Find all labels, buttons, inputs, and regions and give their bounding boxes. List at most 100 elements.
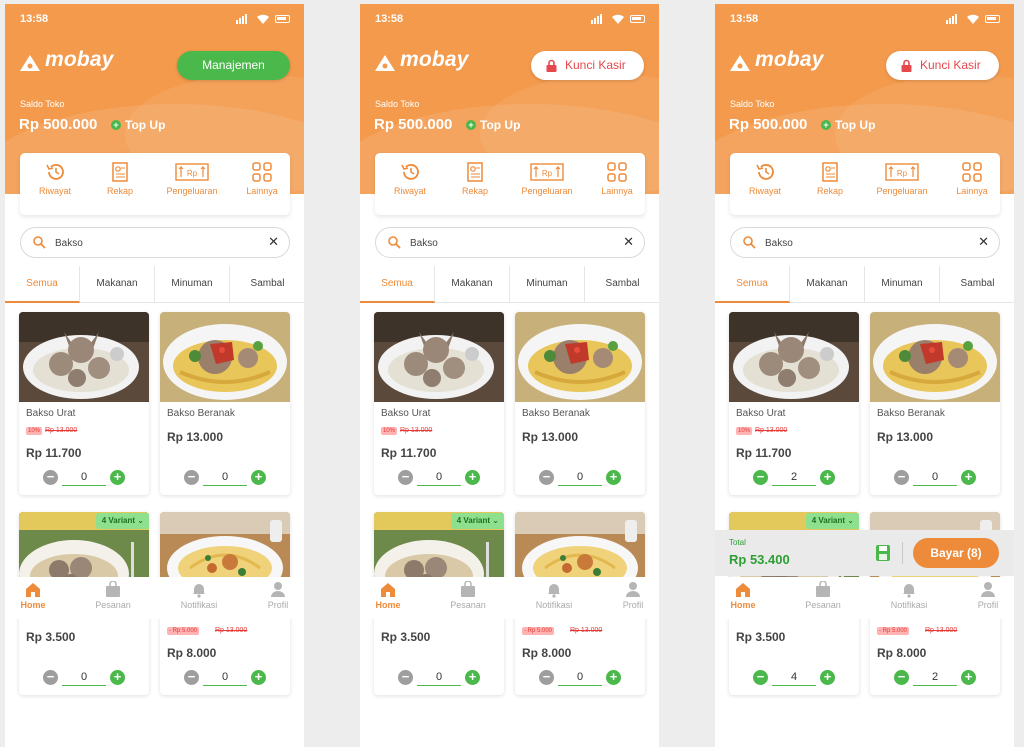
- lock-cashier-button[interactable]: Kunci Kasir: [886, 51, 999, 80]
- manajemen-button[interactable]: Manajemen: [177, 51, 290, 80]
- pay-button[interactable]: Bayar (8): [913, 538, 999, 568]
- quantity-value[interactable]: 4: [772, 670, 816, 686]
- increase-button[interactable]: +: [961, 670, 976, 685]
- nav-item-notifikasi[interactable]: Notifikasi: [524, 581, 584, 615]
- tab-sambal[interactable]: Sambal: [230, 266, 304, 303]
- decrease-button[interactable]: −: [398, 670, 413, 685]
- clear-search-icon[interactable]: ✕: [623, 234, 634, 250]
- search-input[interactable]: [410, 236, 610, 250]
- nav-item-profil[interactable]: Profil: [603, 581, 659, 615]
- product-card[interactable]: Bakso Urat 10% Rp 13.000 Rp 11.700 − 2 +: [729, 312, 859, 495]
- tab-sambal[interactable]: Sambal: [585, 266, 659, 303]
- tab-sambal[interactable]: Sambal: [940, 266, 1014, 303]
- battery-icon: [630, 15, 645, 23]
- tab-makanan[interactable]: Makanan: [80, 266, 155, 303]
- quantity-value[interactable]: 0: [417, 470, 461, 486]
- quantity-value[interactable]: 0: [558, 670, 602, 686]
- increase-button[interactable]: +: [110, 470, 125, 485]
- nav-item-notifikasi[interactable]: Notifikasi: [879, 581, 939, 615]
- product-price: Rp 3.500: [26, 630, 76, 644]
- decrease-button[interactable]: −: [894, 470, 909, 485]
- tab-makanan[interactable]: Makanan: [435, 266, 510, 303]
- clear-search-icon[interactable]: ✕: [268, 234, 279, 250]
- decrease-button[interactable]: −: [43, 470, 58, 485]
- quantity-value[interactable]: 0: [558, 470, 602, 486]
- quantity-value[interactable]: 0: [62, 670, 106, 686]
- tab-makanan[interactable]: Makanan: [790, 266, 865, 303]
- product-card[interactable]: Bakso Urat 10% Rp 13.000 Rp 11.700 − 0 +: [374, 312, 504, 495]
- quantity-value[interactable]: 0: [913, 470, 957, 486]
- tab-semua[interactable]: Semua: [360, 266, 435, 303]
- increase-button[interactable]: +: [251, 470, 266, 485]
- menu-item-pengeluaran[interactable]: Rp Pengeluaran: [867, 162, 937, 208]
- quantity-value[interactable]: 2: [913, 670, 957, 686]
- menu-item-lainnya[interactable]: Lainnya: [227, 162, 297, 208]
- product-card[interactable]: Bakso Beranak Rp 13.000 − 0 +: [515, 312, 645, 495]
- search-input[interactable]: [765, 236, 965, 250]
- nav-item-pesanan[interactable]: Pesanan: [438, 581, 498, 615]
- nav-item-profil[interactable]: Profil: [248, 581, 304, 615]
- tab-minuman[interactable]: Minuman: [155, 266, 230, 303]
- variant-badge[interactable]: 4 Variant ⌄: [95, 513, 149, 529]
- decrease-button[interactable]: −: [753, 470, 768, 485]
- menu-item-riwayat[interactable]: Riwayat: [375, 162, 445, 208]
- product-card[interactable]: Bakso Beranak Rp 13.000 − 0 +: [870, 312, 1000, 495]
- menu-item-label: Rekap: [816, 186, 843, 196]
- menu-item-rekap[interactable]: Rekap: [440, 162, 510, 208]
- increase-button[interactable]: +: [606, 670, 621, 685]
- increase-button[interactable]: +: [820, 470, 835, 485]
- nav-item-pesanan[interactable]: Pesanan: [793, 581, 853, 615]
- quantity-value[interactable]: 2: [772, 470, 816, 486]
- tab-semua[interactable]: Semua: [715, 266, 790, 303]
- decrease-button[interactable]: −: [894, 670, 909, 685]
- menu-item-riwayat[interactable]: Riwayat: [730, 162, 800, 208]
- decrease-button[interactable]: −: [398, 470, 413, 485]
- quantity-value[interactable]: 0: [62, 470, 106, 486]
- search-input[interactable]: [55, 236, 255, 250]
- menu-item-pengeluaran[interactable]: Rp Pengeluaran: [157, 162, 227, 208]
- tab-minuman[interactable]: Minuman: [510, 266, 585, 303]
- quantity-value[interactable]: 0: [203, 670, 247, 686]
- menu-item-rekap[interactable]: Rekap: [795, 162, 865, 208]
- nav-item-notifikasi[interactable]: Notifikasi: [169, 581, 229, 615]
- decrease-button[interactable]: −: [539, 670, 554, 685]
- menu-item-lainnya[interactable]: Lainnya: [582, 162, 652, 208]
- product-name: Bakso Urat: [26, 408, 76, 419]
- menu-item-lainnya[interactable]: Lainnya: [937, 162, 1007, 208]
- quantity-value[interactable]: 0: [417, 670, 461, 686]
- nav-item-home[interactable]: Home: [715, 581, 773, 615]
- variant-badge[interactable]: 4 Variant ⌄: [805, 513, 859, 529]
- increase-button[interactable]: +: [465, 670, 480, 685]
- nav-item-profil[interactable]: Profil: [958, 581, 1014, 615]
- menu-item-riwayat[interactable]: Riwayat: [20, 162, 90, 208]
- decrease-button[interactable]: −: [184, 670, 199, 685]
- increase-button[interactable]: +: [820, 670, 835, 685]
- increase-button[interactable]: +: [251, 670, 266, 685]
- nav-item-pesanan[interactable]: Pesanan: [83, 581, 143, 615]
- increase-button[interactable]: +: [465, 470, 480, 485]
- menu-item-pengeluaran[interactable]: Rp Pengeluaran: [512, 162, 582, 208]
- decrease-button[interactable]: −: [184, 470, 199, 485]
- decrease-button[interactable]: −: [43, 670, 58, 685]
- increase-button[interactable]: +: [961, 470, 976, 485]
- variant-badge[interactable]: 4 Variant ⌄: [450, 513, 504, 529]
- lock-cashier-button[interactable]: Kunci Kasir: [531, 51, 644, 80]
- product-card[interactable]: Bakso Urat 10% Rp 13.000 Rp 11.700 − 0 +: [19, 312, 149, 495]
- tab-semua[interactable]: Semua: [5, 266, 80, 303]
- nav-item-home[interactable]: Home: [360, 581, 418, 615]
- increase-button[interactable]: +: [606, 470, 621, 485]
- tab-minuman[interactable]: Minuman: [865, 266, 940, 303]
- clear-search-icon[interactable]: ✕: [978, 234, 989, 250]
- menu-item-rekap[interactable]: Rekap: [85, 162, 155, 208]
- quantity-stepper: − 0 +: [398, 670, 480, 686]
- product-image: [870, 312, 1000, 402]
- nav-label: Home: [375, 600, 401, 610]
- save-icon[interactable]: [875, 544, 891, 562]
- product-card[interactable]: Bakso Beranak Rp 13.000 − 0 +: [160, 312, 290, 495]
- decrease-button[interactable]: −: [539, 470, 554, 485]
- product-name: Bakso Beranak: [522, 408, 590, 419]
- nav-item-home[interactable]: Home: [5, 581, 63, 615]
- increase-button[interactable]: +: [110, 670, 125, 685]
- quantity-value[interactable]: 0: [203, 470, 247, 486]
- decrease-button[interactable]: −: [753, 670, 768, 685]
